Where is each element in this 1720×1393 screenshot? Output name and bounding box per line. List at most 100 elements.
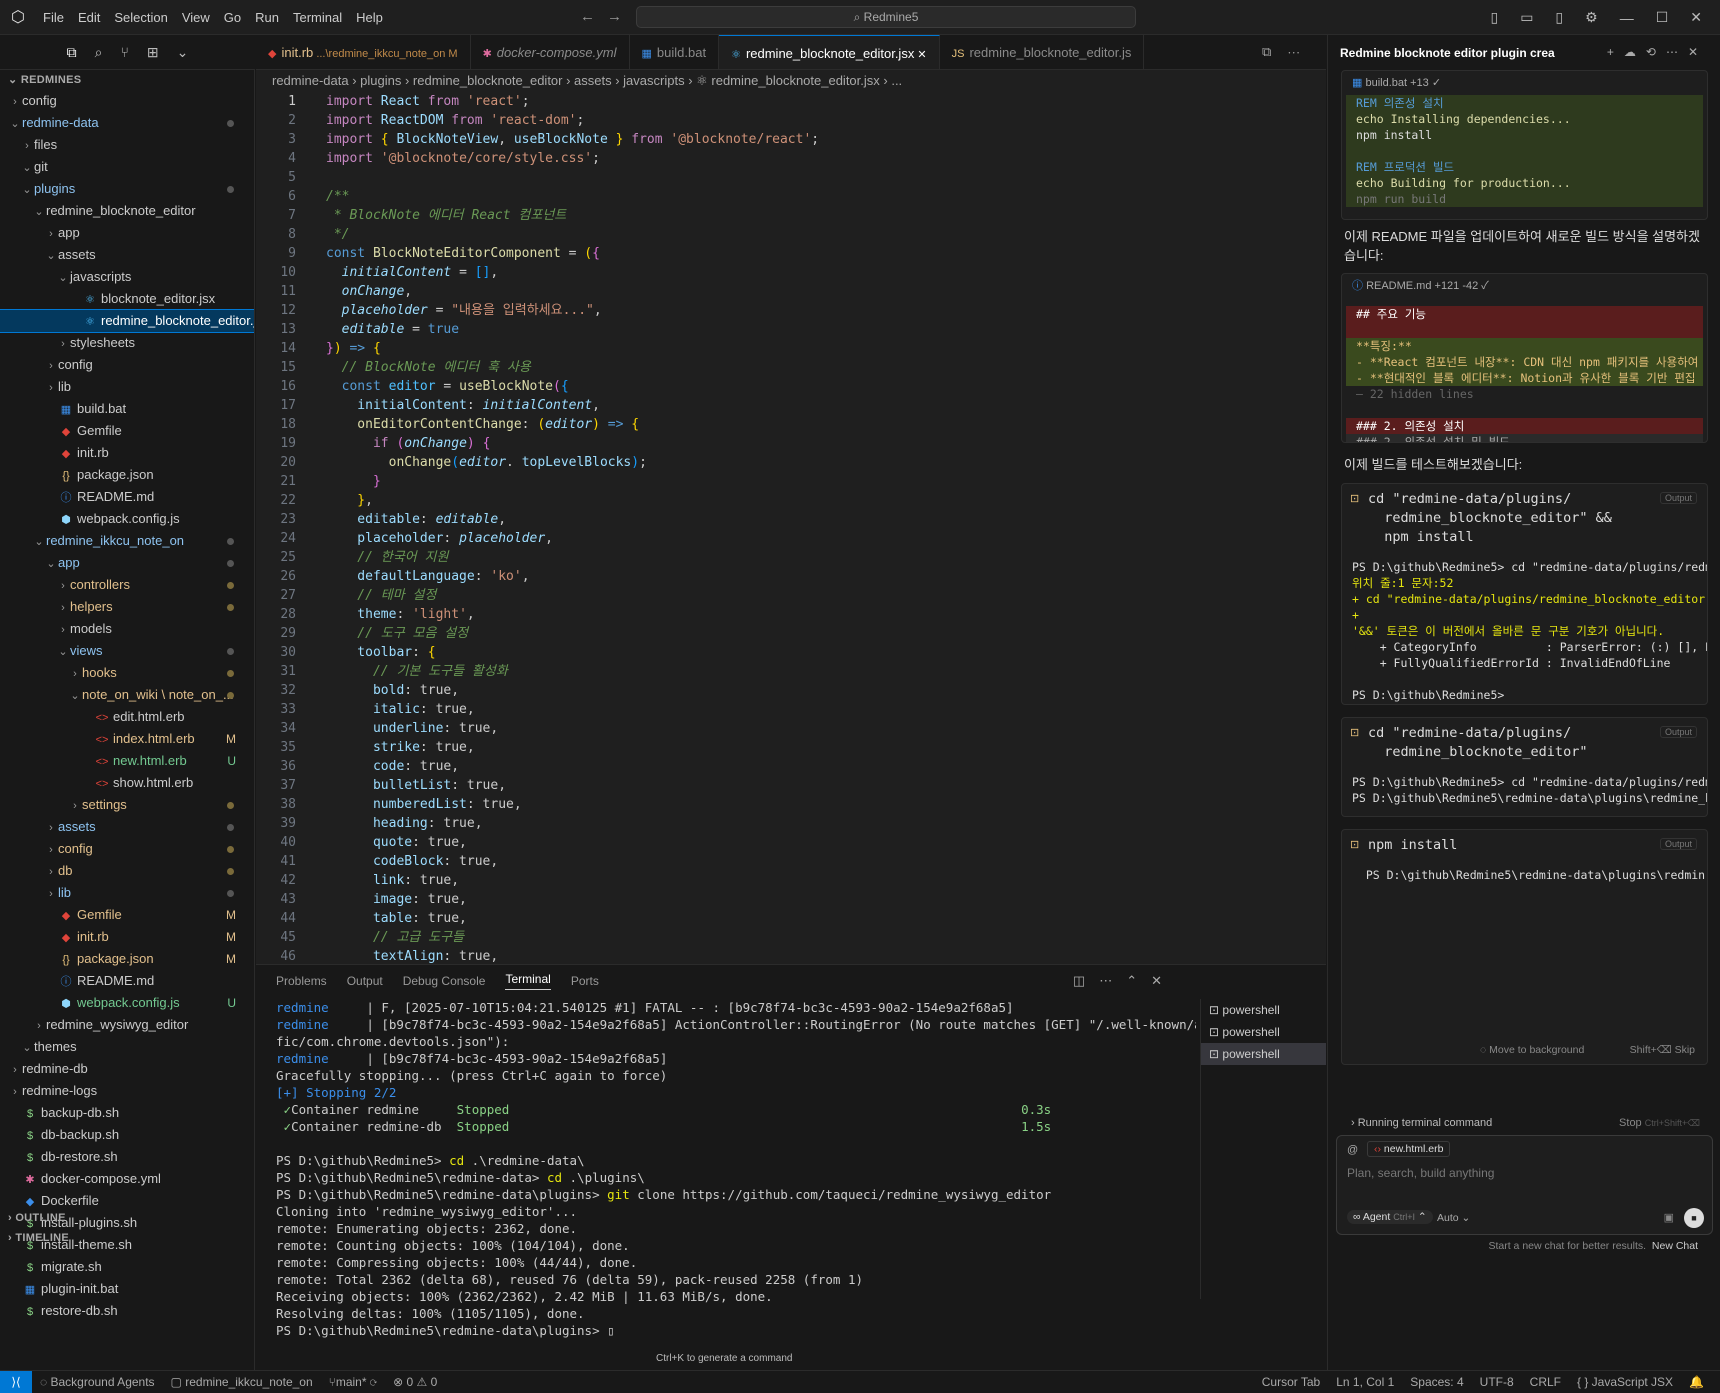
tree-item[interactable]: › redmine-logs bbox=[0, 1080, 254, 1102]
tree-item[interactable]: $ migrate.sh bbox=[0, 1256, 254, 1278]
command-center-search[interactable]: ⌕ Redmine5 bbox=[636, 6, 1136, 28]
split-editor-icon[interactable]: ⧉ bbox=[1262, 44, 1287, 59]
new-chat-plus-icon[interactable]: + bbox=[1607, 45, 1624, 59]
new-chat-link[interactable]: New Chat bbox=[1652, 1240, 1698, 1252]
close-panel-icon[interactable]: ✕ bbox=[1151, 973, 1176, 988]
diff-card-readme[interactable]: ⓘ README.md +121 -42 ✓ ## 주요 기능 **특징:** -… bbox=[1341, 273, 1708, 443]
maximize-panel-icon[interactable]: ⌃ bbox=[1126, 973, 1151, 988]
editor-tab[interactable]: ⚛ redmine_blocknote_editor.jsx ✕ bbox=[719, 35, 940, 69]
tree-item[interactable]: ✱ docker-compose.yml bbox=[0, 1168, 254, 1190]
tree-item[interactable]: ⬢ webpack.config.js U bbox=[0, 992, 254, 1014]
terminal-command-card-3[interactable]: ⊡ npm install Output PS D:\github\Redmin… bbox=[1341, 829, 1708, 1065]
tree-item[interactable]: ◆ init.rb M bbox=[0, 926, 254, 948]
tree-item[interactable]: › redmine-db bbox=[0, 1058, 254, 1080]
maximize-icon[interactable]: ☐ bbox=[1656, 9, 1669, 26]
tree-item[interactable]: ⌄ javascripts bbox=[0, 266, 254, 288]
tree-item[interactable]: <> new.html.erb U bbox=[0, 750, 254, 772]
tree-item[interactable]: $ db-restore.sh bbox=[0, 1146, 254, 1168]
tree-item[interactable]: ⌄ assets bbox=[0, 244, 254, 266]
tree-item[interactable]: ⌄ redmine_blocknote_editor bbox=[0, 200, 254, 222]
context-file-chip[interactable]: ‹› new.html.erb bbox=[1367, 1141, 1451, 1157]
outline-section-header[interactable]: › OUTLINE bbox=[0, 1208, 66, 1228]
tree-item[interactable]: $ backup-db.sh bbox=[0, 1102, 254, 1124]
tree-item[interactable]: ⬢ webpack.config.js bbox=[0, 508, 254, 530]
source-control-icon[interactable]: ⑂ bbox=[120, 44, 128, 60]
tree-item[interactable]: ⌄ plugins bbox=[0, 178, 254, 200]
more-actions-icon[interactable]: ⋯ bbox=[1287, 44, 1316, 59]
toggle-secondary-sidebar-icon[interactable]: ▯ bbox=[1555, 9, 1563, 26]
close-window-icon[interactable]: ✕ bbox=[1690, 9, 1702, 26]
menu-item-run[interactable]: Run bbox=[248, 10, 286, 25]
stop-generation-icon[interactable]: ■ bbox=[1684, 1208, 1704, 1228]
tree-item[interactable]: <> index.html.erb M bbox=[0, 728, 254, 750]
encoding[interactable]: UTF-8 bbox=[1472, 1375, 1522, 1389]
tree-item[interactable]: {} package.json M bbox=[0, 948, 254, 970]
tree-item[interactable]: › lib bbox=[0, 376, 254, 398]
cursor-position[interactable]: Ln 1, Col 1 bbox=[1328, 1375, 1402, 1389]
tree-item[interactable]: $ db-backup.sh bbox=[0, 1124, 254, 1146]
tree-item[interactable]: {} package.json bbox=[0, 464, 254, 486]
panel-tab-ports[interactable]: Ports bbox=[571, 974, 599, 988]
tree-item[interactable]: ⌄ redmine_ikkcu_note_on bbox=[0, 530, 254, 552]
forward-arrow-icon[interactable]: → bbox=[607, 8, 634, 25]
panel-tab-debug-console[interactable]: Debug Console bbox=[403, 974, 486, 988]
chat-input[interactable]: Plan, search, build anything bbox=[1347, 1166, 1702, 1186]
menu-item-selection[interactable]: Selection bbox=[107, 10, 174, 25]
move-to-background-button[interactable]: ◌ Move to background bbox=[1480, 1044, 1584, 1056]
tree-item[interactable]: ⚛ blocknote_editor.jsx bbox=[0, 288, 254, 310]
output-button[interactable]: Output bbox=[1659, 492, 1697, 504]
tree-item[interactable]: $ restore-db.sh bbox=[0, 1300, 254, 1322]
menu-item-view[interactable]: View bbox=[175, 10, 217, 25]
terminal-command-card-2[interactable]: ⊡ cd "redmine-data/plugins/ redmine_bloc… bbox=[1341, 717, 1708, 817]
editor-tab[interactable]: ◆ init.rb ...\redmine_ikkcu_note_on M bbox=[256, 35, 471, 69]
panel-tab-problems[interactable]: Problems bbox=[276, 974, 327, 988]
panel-tab-terminal[interactable]: Terminal bbox=[505, 972, 551, 990]
toggle-panel-icon[interactable]: ▭ bbox=[1520, 9, 1533, 26]
history-icon[interactable]: ⟲ bbox=[1646, 45, 1666, 59]
tree-item[interactable]: ⌄ redmine-data bbox=[0, 112, 254, 134]
split-terminal-icon[interactable]: ◫ bbox=[1073, 973, 1099, 988]
tree-item[interactable]: ⌄ themes bbox=[0, 1036, 254, 1058]
skip-button[interactable]: Shift+⌫ Skip bbox=[1630, 1044, 1695, 1056]
tree-item[interactable]: ⌄ git bbox=[0, 156, 254, 178]
tree-item[interactable]: › db bbox=[0, 860, 254, 882]
model-selector[interactable]: Auto ⌄ bbox=[1437, 1212, 1470, 1224]
stop-button[interactable]: Stop Ctrl+Shift+⌫ bbox=[1619, 1113, 1700, 1133]
tree-item[interactable]: › config bbox=[0, 354, 254, 376]
tree-item[interactable]: › config bbox=[0, 838, 254, 860]
tree-item[interactable]: › controllers bbox=[0, 574, 254, 596]
toggle-sidebar-icon[interactable]: ▯ bbox=[1490, 9, 1498, 26]
tree-item[interactable]: ◆ Gemfile M bbox=[0, 904, 254, 926]
panel-tab-output[interactable]: Output bbox=[347, 974, 383, 988]
tree-item[interactable]: <> edit.html.erb bbox=[0, 706, 254, 728]
tree-item[interactable]: › settings bbox=[0, 794, 254, 816]
indentation[interactable]: Spaces: 4 bbox=[1402, 1375, 1471, 1389]
cursor-tab-status[interactable]: Cursor Tab bbox=[1254, 1375, 1328, 1389]
terminal-instance[interactable]: ⊡ powershell bbox=[1201, 999, 1326, 1021]
line-ending[interactable]: CRLF bbox=[1522, 1375, 1569, 1389]
menu-item-terminal[interactable]: Terminal bbox=[286, 10, 349, 25]
tree-item[interactable]: ⓘ README.md bbox=[0, 486, 254, 508]
tree-item[interactable]: › helpers bbox=[0, 596, 254, 618]
menu-item-go[interactable]: Go bbox=[217, 10, 248, 25]
tree-item[interactable]: ⚛ redmine_blocknote_editor.jsx bbox=[0, 309, 254, 333]
project-indicator[interactable]: ▢ redmine_ikkcu_note_on bbox=[163, 1375, 321, 1389]
explorer-icon[interactable]: ⧉ bbox=[67, 44, 77, 61]
cloud-icon[interactable]: ☁ bbox=[1624, 45, 1646, 59]
terminal-instance[interactable]: ⊡ powershell bbox=[1201, 1021, 1326, 1043]
editor-tab[interactable]: ▦ build.bat bbox=[630, 35, 720, 69]
terminal-instance[interactable]: ⊡ powershell bbox=[1201, 1043, 1326, 1065]
explorer-section-header[interactable]: ⌄ REDMINES bbox=[0, 70, 254, 90]
chat-title[interactable]: Redmine blocknote editor plugin crea bbox=[1340, 46, 1555, 60]
extensions-icon[interactable]: ⊞ bbox=[147, 44, 159, 61]
tree-item[interactable]: › assets bbox=[0, 816, 254, 838]
tree-item[interactable]: ⌄ app bbox=[0, 552, 254, 574]
chevron-right-icon[interactable]: › bbox=[1351, 1117, 1358, 1129]
more-icon[interactable]: ⋯ bbox=[1099, 973, 1126, 988]
background-agents[interactable]: ◌ Background Agents bbox=[32, 1375, 163, 1389]
menu-item-file[interactable]: File bbox=[36, 10, 71, 25]
tree-item[interactable]: ◆ Gemfile bbox=[0, 420, 254, 442]
tree-item[interactable]: › models bbox=[0, 618, 254, 640]
tree-item[interactable]: › hooks bbox=[0, 662, 254, 684]
breadcrumb[interactable]: redmine-data › plugins › redmine_blockno… bbox=[256, 70, 1326, 92]
